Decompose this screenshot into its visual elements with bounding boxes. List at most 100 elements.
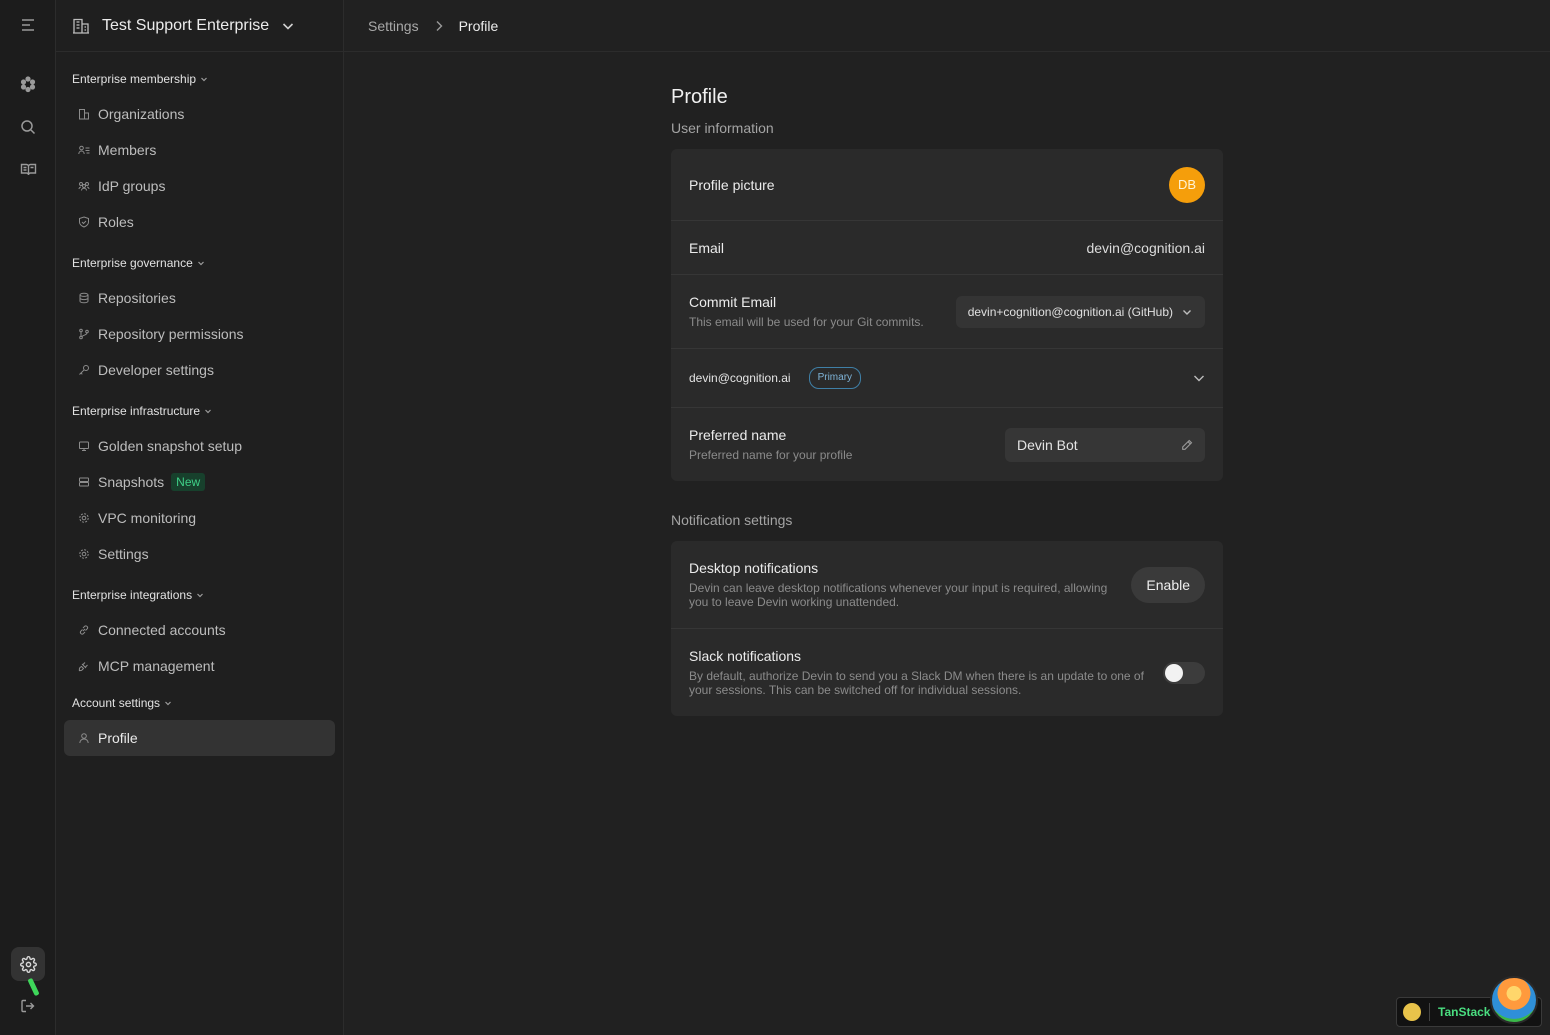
plug-icon <box>78 660 90 672</box>
sidebar-item-members[interactable]: Members <box>64 132 335 168</box>
sidebar-item-mcp-management[interactable]: MCP management <box>64 648 335 684</box>
key-icon <box>78 364 90 376</box>
section-title: Enterprise governance <box>72 256 193 270</box>
chevron-down-icon <box>204 407 212 415</box>
wiki-book-icon[interactable] <box>11 152 45 186</box>
sidebar-item-label: Organizations <box>98 106 185 122</box>
commit-email-label: Commit Email <box>689 294 777 310</box>
server-icon <box>78 476 90 488</box>
sidebar-item-repository-permissions[interactable]: Repository permissions <box>64 316 335 352</box>
tanstack-logo-icon <box>1403 1003 1421 1021</box>
new-badge: New <box>171 473 206 491</box>
settings-sidebar: Test Support Enterprise Enterprise membe… <box>56 0 344 1035</box>
tanstack-query-devtools-icon[interactable] <box>1490 976 1538 1024</box>
notification-settings-card: Desktop notifications Devin can leave de… <box>671 541 1223 716</box>
chevron-down-icon <box>281 19 295 33</box>
section-account-settings[interactable]: Account settings <box>64 686 335 720</box>
divider <box>1429 1003 1430 1021</box>
desktop-notifications-row: Desktop notifications Devin can leave de… <box>671 541 1223 629</box>
building-icon <box>78 108 90 120</box>
section-enterprise-membership[interactable]: Enterprise membership <box>64 62 335 96</box>
sidebar-item-idp-groups[interactable]: IdP groups <box>64 168 335 204</box>
building-icon <box>72 17 90 35</box>
section-enterprise-infrastructure[interactable]: Enterprise infrastructure <box>64 394 335 428</box>
section-title: Enterprise infrastructure <box>72 404 201 418</box>
chevron-down-icon <box>1181 306 1193 318</box>
section-title: Enterprise integrations <box>72 588 193 602</box>
profile-picture-row: Profile picture DB <box>671 149 1223 221</box>
preferred-name-field <box>1005 427 1205 462</box>
section-enterprise-governance[interactable]: Enterprise governance <box>64 246 335 280</box>
org-switcher[interactable]: Test Support Enterprise <box>56 0 343 52</box>
email-addresses-row[interactable]: devin@cognition.ai Primary <box>671 349 1223 408</box>
email-row: Email devin@cognition.ai <box>671 221 1223 275</box>
sidebar-item-repositories[interactable]: Repositories <box>64 280 335 316</box>
section-title: Enterprise membership <box>72 72 197 86</box>
sidebar-item-vpc-monitoring[interactable]: VPC monitoring <box>64 500 335 536</box>
desktop-notifications-label: Desktop notifications <box>689 560 819 576</box>
breadcrumb: Settings Profile <box>344 0 1550 52</box>
sidebar-item-label: Repository permissions <box>98 326 244 342</box>
enable-desktop-notifications-button[interactable]: Enable <box>1131 566 1205 603</box>
shield-icon <box>78 216 90 228</box>
toggle-knob <box>1165 663 1183 682</box>
sidebar-item-label: Golden snapshot setup <box>98 438 242 454</box>
cog-icon <box>78 548 90 560</box>
profile-content: Profile User information Profile picture… <box>671 86 1223 716</box>
link-icon <box>78 624 90 636</box>
commit-email-selected: devin+cognition@cognition.ai (GitHub) <box>967 304 1173 319</box>
sidebar-item-organizations[interactable]: Organizations <box>64 96 335 132</box>
avatar[interactable]: DB <box>1169 166 1205 203</box>
slack-notifications-row: Slack notifications By default, authoriz… <box>671 629 1223 716</box>
collapse-sidebar-icon[interactable] <box>11 8 45 42</box>
sidebar-item-label: IdP groups <box>98 178 166 194</box>
sidebar-nav: Enterprise membership Organizations Memb… <box>56 52 343 756</box>
sidebar-item-settings[interactable]: Settings <box>64 536 335 572</box>
slack-notifications-label: Slack notifications <box>689 648 802 664</box>
sidebar-item-roles[interactable]: Roles <box>64 204 335 240</box>
expand-chevron-icon[interactable] <box>1192 371 1206 385</box>
breadcrumb-settings-link[interactable]: Settings <box>368 18 419 34</box>
preferred-name-label: Preferred name <box>689 427 787 443</box>
preferred-name-input[interactable] <box>1017 436 1167 453</box>
devin-logo-icon[interactable] <box>11 67 45 101</box>
page-title: Profile <box>671 86 728 108</box>
logout-icon[interactable] <box>11 989 45 1023</box>
user-information-heading: User information <box>671 120 774 136</box>
slack-notifications-toggle[interactable] <box>1163 661 1205 684</box>
sidebar-item-golden-snapshot-setup[interactable]: Golden snapshot setup <box>64 428 335 464</box>
commit-email-description: This email will be used for your Git com… <box>689 315 924 329</box>
org-name: Test Support Enterprise <box>102 16 270 34</box>
monitor-icon <box>78 440 90 452</box>
search-icon[interactable] <box>11 110 45 144</box>
sidebar-item-label: Repositories <box>98 290 176 306</box>
section-enterprise-integrations[interactable]: Enterprise integrations <box>64 578 335 612</box>
sidebar-item-developer-settings[interactable]: Developer settings <box>64 352 335 388</box>
email-label: Email <box>689 239 725 256</box>
sidebar-item-connected-accounts[interactable]: Connected accounts <box>64 612 335 648</box>
sidebar-item-snapshots[interactable]: Snapshots New <box>64 464 335 500</box>
settings-gear-icon[interactable] <box>11 947 45 981</box>
chevron-down-icon <box>200 75 208 83</box>
preferred-name-description: Preferred name for your profile <box>689 448 853 462</box>
breadcrumb-current: Profile <box>458 17 499 34</box>
tanstack-label: TanStack <box>1438 1005 1491 1019</box>
sidebar-item-profile[interactable]: Profile <box>64 720 335 756</box>
desktop-notifications-description: Devin can leave desktop notifications wh… <box>689 581 1108 609</box>
notification-settings-heading: Notification settings <box>671 512 793 528</box>
commit-email-select[interactable]: devin+cognition@cognition.ai (GitHub) <box>955 295 1205 328</box>
chevron-down-icon <box>196 591 204 599</box>
icon-rail <box>0 0 56 1035</box>
slack-notifications-description: By default, authorize Devin to send you … <box>689 669 1144 697</box>
profile-picture-label: Profile picture <box>689 176 775 193</box>
database-icon <box>78 292 90 304</box>
pencil-icon[interactable] <box>1181 439 1193 451</box>
email-value: devin@cognition.ai <box>1086 239 1205 256</box>
sidebar-item-label: MCP management <box>98 658 215 674</box>
members-icon <box>78 144 90 156</box>
sidebar-item-label: Profile <box>98 730 138 746</box>
sidebar-item-label: Connected accounts <box>98 622 226 638</box>
preferred-name-row: Preferred name Preferred name for your p… <box>671 408 1223 481</box>
group-icon <box>78 180 90 192</box>
sidebar-item-label: Roles <box>98 214 134 230</box>
